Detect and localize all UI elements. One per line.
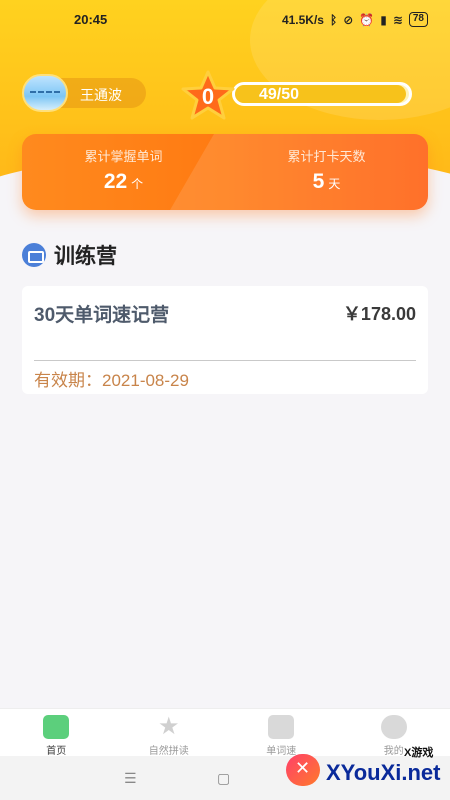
wifi-icon: ≋ xyxy=(392,12,403,27)
course-price: ￥178.00 xyxy=(342,304,416,324)
progress-text: 49/50 xyxy=(259,86,300,103)
notebook-icon xyxy=(268,715,295,739)
network-speed: 41.5K/s xyxy=(281,12,324,27)
bluetooth-icon: ᛒ xyxy=(329,12,338,27)
watermark-text: XYouXi.net xyxy=(326,760,441,785)
words-unit: 个 xyxy=(131,177,144,191)
days-unit: 天 xyxy=(328,177,341,191)
level-progress-bar: 49/50 xyxy=(232,82,412,106)
words-value-row: 22 个 xyxy=(22,170,225,194)
words-label: 累计掌握单词 xyxy=(84,149,163,164)
star-value: 0 xyxy=(201,84,215,109)
stats-card: 累计掌握单词 22 个 累计打卡天数 5天 xyxy=(22,134,428,210)
course-name: 30天单词速记营 xyxy=(34,305,170,326)
username: 王通波 xyxy=(80,87,122,103)
alarm-icon: ⏰ xyxy=(359,12,375,27)
level-star-badge: 0 xyxy=(180,70,236,122)
section-title: 训练营 xyxy=(54,245,117,268)
mute-icon: ⊘ xyxy=(343,12,354,27)
course-card[interactable]: 30天单词速记营 ￥178.00 有效期：2021-08-29 xyxy=(22,286,428,394)
star-tab-icon: ★ xyxy=(157,713,180,740)
days-value-row: 5天 xyxy=(225,170,428,194)
tab-phonics[interactable]: ★ 自然拼读 xyxy=(113,709,226,758)
status-time: 20:45 xyxy=(74,12,108,27)
words-stat: 累计掌握单词 22 个 xyxy=(22,134,225,210)
days-stat: 累计打卡天数 5天 xyxy=(225,134,428,210)
status-icons: 41.5K/s ᛒ ⊘ ⏰ ▮ ≋ 78 xyxy=(282,12,428,27)
battery-icon: 78 xyxy=(408,12,428,27)
avatar[interactable] xyxy=(22,74,68,112)
words-value: 22 xyxy=(103,170,128,193)
tab-label: 自然拼读 xyxy=(148,746,189,757)
divider xyxy=(34,360,416,361)
home-icon xyxy=(43,715,70,739)
signal-icon: ▮ xyxy=(380,12,387,27)
days-label: 累计打卡天数 xyxy=(287,149,366,164)
home-square-icon[interactable]: ▢ xyxy=(217,770,230,787)
days-value: 5 xyxy=(312,170,325,193)
watermark: X游戏 XYouXi.net xyxy=(286,742,446,794)
face-icon xyxy=(380,715,407,739)
course-expiry: 有效期：2021-08-29 xyxy=(34,371,189,390)
status-bar: 20:45 41.5K/s ᛒ ⊘ ⏰ ▮ ≋ 78 xyxy=(0,0,450,34)
camp-icon xyxy=(22,243,46,267)
tab-label: 首页 xyxy=(46,746,67,757)
menu-icon[interactable]: ☰ xyxy=(124,770,137,787)
tab-home[interactable]: 首页 xyxy=(0,709,113,757)
watermark-logo-icon xyxy=(286,754,320,786)
section-header: 训练营 xyxy=(22,240,117,270)
watermark-small-text: X游戏 xyxy=(404,747,434,759)
